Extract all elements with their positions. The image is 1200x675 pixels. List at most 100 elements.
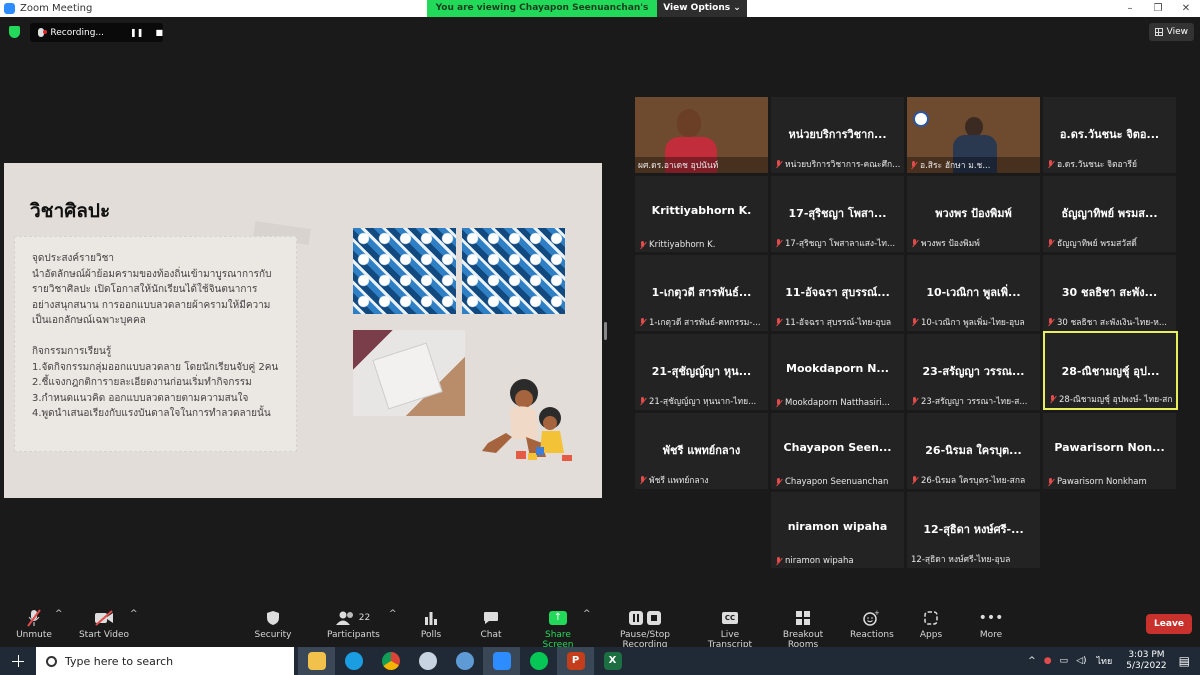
participant-tile[interactable]: 23-สรัญญา วรรณ... 23-สรัญญา วรรณา-ไทย-ส.…	[907, 334, 1040, 410]
taskbar-app-file-explorer[interactable]	[298, 647, 335, 675]
participant-name-bar: 26-นิรมล ใครบุตร-ไทย-สกล	[911, 473, 1036, 487]
participant-tile[interactable]: หน่วยบริการวิชาก... หน่วยบริการวิชาการ-ค…	[771, 97, 904, 173]
participant-tile[interactable]: 26-นิรมล ใครบุต... 26-นิรมล ใครบุตร-ไทย-…	[907, 413, 1040, 489]
unmute-button[interactable]: Unmute	[14, 609, 54, 640]
polls-button[interactable]: Polls	[417, 609, 445, 640]
participant-tile[interactable]: 30 ชลธิชา สะพัง... 30 ชลธิชา สะพังเงิน-ไ…	[1043, 255, 1176, 331]
close-button[interactable]: ✕	[1172, 0, 1200, 17]
taskbar-app-zoom[interactable]	[483, 647, 520, 675]
participant-tile[interactable]: 12-สุธิดา หงษ์ศรี-... 12-สุธิดา หงษ์ศรี-…	[907, 492, 1040, 568]
show-hidden-icons-caret-icon[interactable]: ^	[1028, 656, 1036, 666]
indigo-fabric-pattern-image	[353, 228, 456, 314]
taskbar-app-line[interactable]	[520, 647, 557, 675]
participant-tile[interactable]: Krittiyabhorn K. Krittiyabhorn K.	[635, 176, 768, 252]
participant-name-bar: Krittiyabhorn K.	[639, 240, 764, 250]
network-icon[interactable]: ▭	[1060, 656, 1069, 666]
maximize-button[interactable]: ❐	[1144, 0, 1172, 17]
apps-button[interactable]: Apps	[917, 609, 945, 640]
muted-mic-icon	[910, 160, 917, 170]
participants-button[interactable]: 22 Participants	[327, 609, 380, 640]
more-button[interactable]: ••• More	[977, 609, 1005, 640]
taskbar-clock[interactable]: 3:03 PM 5/3/2022	[1126, 650, 1166, 672]
participant-tile[interactable]: 21-สุชัญญ์ญา หุน... 21-สุชัญญ์ญา หุนนาก-…	[635, 334, 768, 410]
live-transcript-button[interactable]: CC Live Transcript	[700, 609, 760, 650]
app-icon	[418, 652, 437, 670]
participant-tile[interactable]: 10-เวณิกา พูลเพิ่... 10-เวณิกา พูลเพิ่ม-…	[907, 255, 1040, 331]
participant-tile[interactable]: 17-สุริชญา โพสา... 17-สุริชญา โพสาลาแสง-…	[771, 176, 904, 252]
video-options-caret-icon[interactable]: ^	[130, 609, 138, 619]
pause-stop-recording-button[interactable]: Pause/Stop Recording	[600, 609, 690, 650]
audio-options-caret-icon[interactable]: ^	[55, 609, 63, 619]
participant-tile[interactable]: Pawarisorn Non... Pawarisorn Nonkham	[1043, 413, 1176, 489]
participant-tile[interactable]: Mookdaporn N... Mookdaporn Natthasiri...	[771, 334, 904, 410]
split-view-resize-handle[interactable]	[604, 322, 607, 340]
participant-tile[interactable]: ผศ.ดร.อาเดช อุปนันท์	[635, 97, 768, 173]
chat-button[interactable]: Chat	[478, 609, 504, 640]
taskbar-app-powerpoint[interactable]: P	[557, 647, 594, 675]
slide-line: 3.กำหนดแนวคิด ออกแบบลวดลายตามความสนใจ	[32, 392, 249, 404]
reactions-button[interactable]: + Reactions	[850, 609, 894, 640]
participant-tile[interactable]: พัชรี แพทย์กลาง พัชรี แพทย์กลาง	[635, 413, 768, 489]
share-options-caret-icon[interactable]: ^	[583, 609, 591, 619]
globe-icon	[455, 652, 474, 670]
participant-name: พัชรี แพทย์กลาง	[649, 476, 709, 486]
participant-name: หน่วยบริการวิชาการ-คณะศึก...	[785, 160, 900, 170]
muted-mic-icon	[639, 240, 646, 250]
participant-display-name: Chayapon Seen...	[783, 441, 892, 454]
taskbar-app-excel[interactable]: X	[594, 647, 631, 675]
participant-tile[interactable]: Chayapon Seen... Chayapon Seenuanchan	[771, 413, 904, 489]
muted-microphone-icon	[14, 609, 54, 627]
breakout-rooms-button[interactable]: Breakout Rooms	[770, 609, 836, 650]
active-speaker-tile[interactable]: 28-ณิชามญชุ์ อุป... 28-ณิชามญชุ์ อุปพงษ์…	[1043, 331, 1178, 410]
participant-name: 10-เวณิกา พูลเพิ่ม-ไทย-อุบล	[921, 318, 1025, 328]
participant-name: 12-สุธิดา หงษ์ศรี-ไทย-อุบล	[911, 555, 1011, 565]
notifications-icon[interactable]: ▤	[1179, 654, 1190, 668]
view-button[interactable]: View	[1148, 23, 1194, 41]
participant-name-bar: Mookdaporn Natthasiri...	[775, 398, 900, 408]
windows-logo-icon	[12, 655, 24, 667]
video-off-icon	[78, 609, 130, 627]
encryption-shield-icon[interactable]	[9, 26, 20, 38]
participant-tile[interactable]: niramon wipaha niramon wipaha	[771, 492, 904, 568]
taskbar-app-globe[interactable]	[446, 647, 483, 675]
minimize-button[interactable]: –	[1116, 0, 1144, 17]
participant-name-bar: พัชรี แพทย์กลาง	[639, 473, 764, 487]
participants-label: Participants	[327, 630, 380, 640]
participant-name-bar: 28-ณิชามญชุ์ อุปพงษ์- ไทย-สกล	[1049, 392, 1172, 406]
view-options-button[interactable]: View Options ⌄	[657, 0, 747, 17]
taskbar-search-box[interactable]: Type here to search	[36, 647, 294, 675]
leave-button[interactable]: Leave	[1146, 614, 1192, 634]
taskbar-app-edge[interactable]	[335, 647, 372, 675]
muted-mic-icon	[911, 238, 918, 248]
taskbar-app-generic[interactable]	[409, 647, 446, 675]
more-dots-icon: •••	[978, 610, 1004, 626]
participant-tile[interactable]: ธัญญาทิพย์ พรมส... ธัญญาทิพย์ พรมสวัสดิ์	[1043, 176, 1176, 252]
participant-name-bar: พวงพร ป้องพิมพ์	[911, 236, 1036, 250]
zoom-logo-icon	[4, 3, 15, 14]
smiley-plus-icon: +	[850, 609, 892, 627]
share-banner: You are viewing Chayapon Seenuanchan's s…	[427, 0, 747, 30]
volume-icon[interactable]: ◁)	[1076, 656, 1086, 666]
participant-tile[interactable]: พวงพร ป้องพิมพ์ พวงพร ป้องพิมพ์	[907, 176, 1040, 252]
pause-recording-icon[interactable]: ❚❚	[130, 28, 143, 37]
start-button[interactable]	[0, 647, 36, 675]
powerpoint-icon: P	[566, 652, 585, 670]
input-language-indicator[interactable]: ไทย	[1097, 654, 1113, 668]
participant-name-bar: 11-อัจฉรา สุบรรณ์-ไทย-อุบล	[775, 315, 900, 329]
taskbar-app-chrome[interactable]	[372, 647, 409, 675]
participant-tile[interactable]: 11-อัจฉรา สุบรรณ์... 11-อัจฉรา สุบรรณ์-ไ…	[771, 255, 904, 331]
start-video-button[interactable]: Start Video	[78, 609, 130, 640]
security-button[interactable]: Security	[253, 609, 293, 640]
share-screen-button[interactable]: ↑ Share Screen	[530, 609, 586, 650]
university-emblem-icon	[913, 111, 929, 127]
participant-tile[interactable]: อ.สิระ ฮักษา ม.ช...	[907, 97, 1040, 173]
participant-tile[interactable]: 1-เกตุวดี สารพันธ์... 1-เกตุวดี สารพันธ์…	[635, 255, 768, 331]
apps-label: Apps	[919, 630, 943, 640]
participant-tile[interactable]: อ.ดร.วันชนะ จิตอ... อ.ดร.วันชนะ จิตอารีย…	[1043, 97, 1176, 173]
stop-recording-icon[interactable]: ■	[155, 28, 163, 37]
app-tray-icon[interactable]: ●	[1044, 656, 1052, 666]
participants-options-caret-icon[interactable]: ^	[389, 609, 397, 619]
pause-stop-icon	[600, 609, 690, 627]
start-video-label: Start Video	[78, 630, 130, 640]
participant-name-bar: อ.ดร.วันชนะ จิตอารีย์	[1047, 157, 1172, 171]
